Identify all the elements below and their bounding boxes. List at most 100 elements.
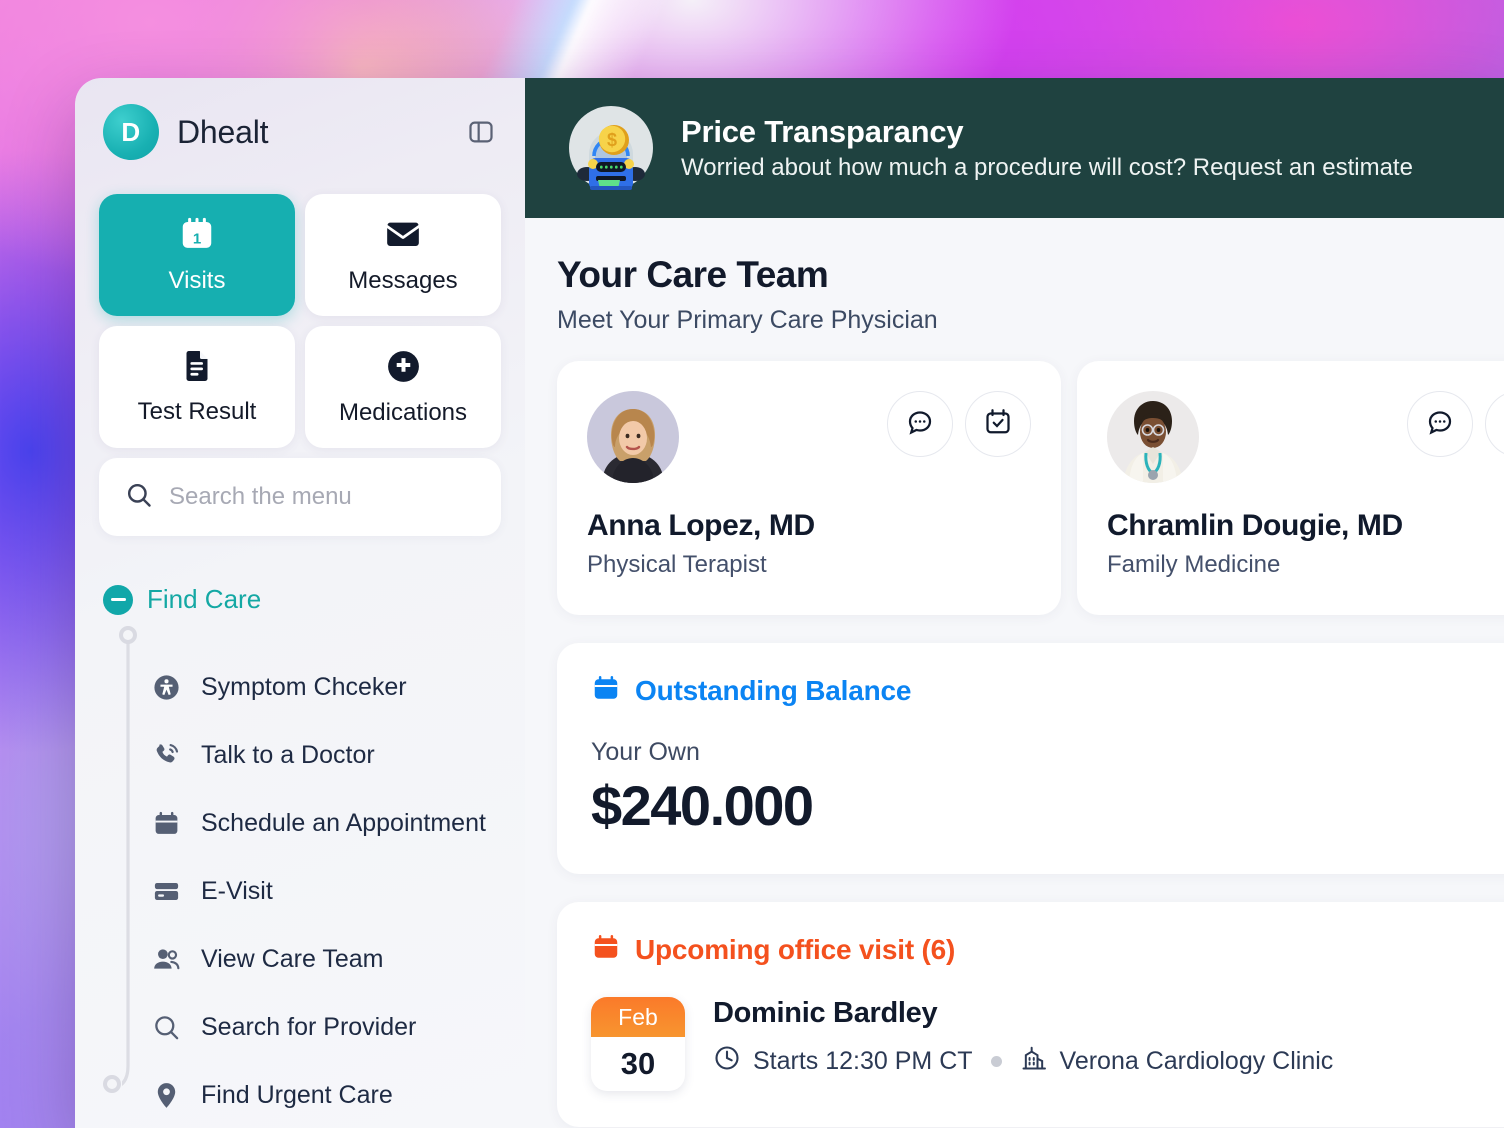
page-subtitle: Meet Your Primary Care Physician [557,306,938,334]
panel-collapse-icon[interactable] [465,116,497,148]
balance-card-title: Outstanding Balance [635,674,912,706]
date-badge-month: Feb [591,997,685,1037]
care-member-name: Chramlin Dougie, MD [1107,509,1403,542]
main-body: Your Care Team Meet Your Primary Care Ph… [525,218,1504,1127]
sidebar-item-e-visit[interactable]: E-Visit [151,857,501,925]
list-item[interactable]: Feb 30 Dominic Bardley Starts 12:30 PM C… [591,997,1504,1091]
plus-circle-icon [385,348,422,385]
brand-name: Dhealt [177,113,269,150]
chat-bubble-icon [905,407,935,442]
brand-row: D Dhealt [99,78,501,186]
sidebar-item-find-urgent-care[interactable]: Find Urgent Care [151,1061,501,1128]
nav-section-find-care: Find Care Symptom Chceker Talk to a Doct… [99,584,501,1128]
calendar-1-icon: 1 [178,215,216,253]
search-icon [125,481,153,514]
envelope-icon [384,215,422,253]
main-content: $ Price Transparancy Worried about how m… [525,78,1504,1128]
message-button[interactable] [887,391,953,457]
upcoming-card-header: Upcoming office visit (6) [591,932,1504,967]
search-input[interactable]: Search the menu [99,458,501,536]
atm-coin-icon: $ [565,102,657,194]
tile-label: Test Result [137,398,257,425]
visit-location: Verona Cardiology Clinic [1059,1047,1334,1075]
tile-label: Visits [168,267,226,294]
sidebar-item-view-care-team[interactable]: View Care Team [151,925,501,993]
schedule-button[interactable] [1485,391,1504,457]
avatar [587,391,679,483]
quick-action-tiles: 1 Visits Messages Test Result Medication… [99,194,501,448]
document-icon [179,348,215,384]
tile-test-result[interactable]: Test Result [99,326,295,448]
nav-label: Symptom Chceker [201,672,407,701]
phone-call-icon [151,741,181,770]
schedule-button[interactable] [965,391,1031,457]
sidebar: D Dhealt 1 Visits Messages Test Result M… [75,78,525,1128]
users-icon [151,945,181,974]
balance-label: Your Own [591,738,700,766]
section-header-find-care[interactable]: Find Care [99,584,501,615]
page-title: Your Care Team [557,254,829,295]
svg-text:$: $ [607,130,617,150]
sidebar-item-schedule-an-appointment[interactable]: Schedule an Appointment [151,789,501,857]
visit-details: Dominic Bardley Starts 12:30 PM CT Veron… [713,997,1333,1079]
calendar-icon [591,932,621,967]
nav-label: View Care Team [201,944,384,973]
upcoming-visit-card: Upcoming office visit (6) Feb 30 Dominic… [557,902,1504,1127]
balance-amount: $240.000 [591,774,814,837]
calendar-icon [151,809,181,838]
message-button[interactable] [1407,391,1473,457]
svg-text:1: 1 [193,231,201,248]
nav-list: Symptom Chceker Talk to a Doctor Schedul… [99,653,501,1128]
tile-label: Messages [348,267,458,294]
care-team-list: Anna Lopez, MD Physical Terapist Chramli… [557,361,1504,615]
care-card-actions [1407,391,1504,457]
card-icon [151,877,181,906]
nav-label: Search for Provider [201,1012,417,1041]
care-card-actions [887,391,1031,457]
care-member-role: Family Medicine [1107,551,1281,578]
nav-label: Find Urgent Care [201,1080,393,1109]
building-icon [1020,1044,1048,1079]
minus-circle-icon[interactable] [103,584,133,615]
map-pin-icon [151,1081,181,1110]
nav-label: E-Visit [201,876,273,905]
promo-text: Price Transparancy Worried about how muc… [681,113,1413,183]
outstanding-balance-card: Outstanding Balance Your Own $240.000 [557,643,1504,874]
care-team-card[interactable]: Anna Lopez, MD Physical Terapist [557,361,1061,615]
chat-bubble-icon [1425,407,1455,442]
date-badge: Feb 30 [591,997,685,1091]
visit-patient-name: Dominic Bardley [713,997,938,1029]
balance-card-header: Outstanding Balance [591,673,1504,708]
sidebar-item-search-for-provider[interactable]: Search for Provider [151,993,501,1061]
nav-label: Schedule an Appointment [201,808,486,837]
brand-logo: D [103,104,159,160]
section-title: Find Care [147,584,262,614]
upcoming-card-title: Upcoming office visit (6) [635,933,956,965]
nav-label: Talk to a Doctor [201,740,375,769]
calendar-check-icon [983,407,1013,442]
search-icon [151,1013,181,1042]
tile-visits[interactable]: 1 Visits [99,194,295,316]
separator-dot [990,1056,1002,1067]
care-member-role: Physical Terapist [587,551,767,578]
app-window: D Dhealt 1 Visits Messages Test Result M… [75,78,1504,1128]
avatar [1107,391,1199,483]
promo-title: Price Transparancy [681,114,964,150]
calendar-icon [591,673,621,708]
tree-node-start [119,626,137,644]
care-team-card[interactable]: Chramlin Dougie, MD Family Medicine [1077,361,1504,615]
search-placeholder: Search the menu [169,483,352,510]
visit-meta: Starts 12:30 PM CT Verona Cardiology Cli… [713,1044,1333,1079]
tile-messages[interactable]: Messages [305,194,501,316]
tile-label: Medications [338,398,468,426]
clock-icon [713,1044,741,1079]
accessibility-icon [151,673,181,702]
promo-subtitle: Worried about how much a procedure will … [681,153,1413,181]
sidebar-item-talk-to-a-doctor[interactable]: Talk to a Doctor [151,721,501,789]
care-member-name: Anna Lopez, MD [587,509,815,542]
visit-time: Starts 12:30 PM CT [753,1047,973,1075]
sidebar-item-symptom-checker[interactable]: Symptom Chceker [151,653,501,721]
date-badge-day: 30 [620,1046,656,1081]
tile-medications[interactable]: Medications [305,326,501,448]
promo-banner[interactable]: $ Price Transparancy Worried about how m… [525,78,1504,218]
